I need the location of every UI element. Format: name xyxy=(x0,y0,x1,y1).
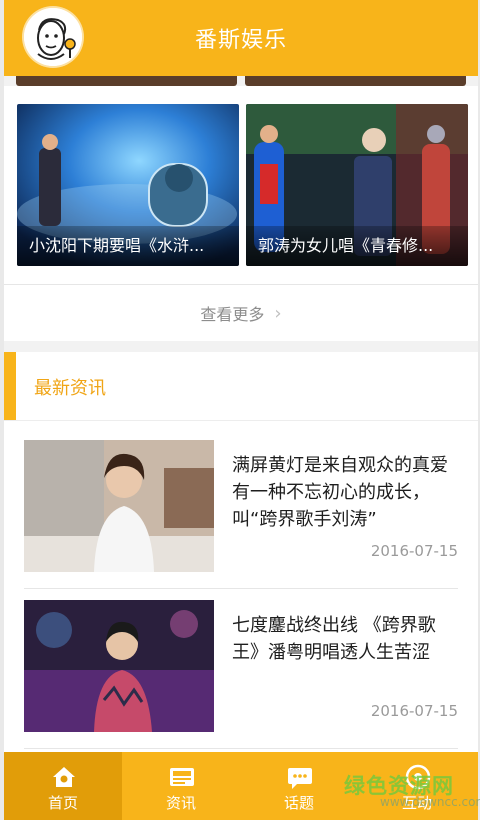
section-title: 最新资讯 xyxy=(34,378,106,399)
app-screen: 番斯娱乐 小沈阳下期要唱《水浒... 郭涛为女儿唱《青春修... 查看更多 › … xyxy=(4,0,478,820)
news-item[interactable]: 满屏黄灯是来自观众的真爱 有一种不忘初心的成长，叫“跨界歌手刘涛” 2016-0… xyxy=(24,440,458,600)
chevron-right-icon: › xyxy=(274,302,282,324)
divider xyxy=(24,588,458,589)
news-section: 最新资讯 满屏黄灯是来自观众的真爱 有一种不忘初心的成长，叫“跨界歌手刘涛” 2… xyxy=(4,352,478,752)
section-accent-bar xyxy=(4,352,16,420)
news-headline: 满屏黄灯是来自观众的真爱 有一种不忘初心的成长，叫“跨界歌手刘涛” xyxy=(232,455,448,530)
news-icon xyxy=(170,768,194,786)
news-headline: 七度鏖战终出线 《跨界歌王》潘粤明唱透人生苦涩 xyxy=(232,615,436,663)
see-more-button[interactable]: 查看更多 › xyxy=(4,284,478,341)
news-thumbnail xyxy=(24,440,214,572)
page-title: 番斯娱乐 xyxy=(194,28,287,53)
see-more-label: 查看更多 xyxy=(200,305,265,324)
tab-home[interactable]: 首页 xyxy=(4,752,122,820)
news-date: 2016-07-15 xyxy=(370,542,458,560)
video-caption: 小沈阳下期要唱《水浒... xyxy=(17,226,239,266)
section-header: 最新资讯 xyxy=(4,352,478,421)
video-card[interactable]: 郭涛为女儿唱《青春修... xyxy=(246,104,468,266)
watermark-url: www.downcc.com xyxy=(380,795,480,809)
home-icon xyxy=(53,767,75,787)
tab-topics[interactable]: 话题 xyxy=(240,752,358,820)
news-item[interactable]: 七度鏖战终出线 《跨界歌王》潘粤明唱透人生苦涩 2016-07-15 xyxy=(24,600,458,752)
app-header: 番斯娱乐 xyxy=(4,0,478,76)
previous-row-edge xyxy=(16,76,466,86)
news-thumbnail xyxy=(24,600,214,732)
news-thumbnail-image xyxy=(24,600,214,732)
video-caption: 郭涛为女儿唱《青春修... xyxy=(246,226,468,266)
tab-label: 资讯 xyxy=(165,794,196,812)
tab-news[interactable]: 资讯 xyxy=(122,752,240,820)
video-grid: 小沈阳下期要唱《水浒... 郭涛为女儿唱《青春修... xyxy=(4,86,478,284)
video-card[interactable]: 小沈阳下期要唱《水浒... xyxy=(17,104,239,266)
content-scroll[interactable]: 小沈阳下期要唱《水浒... 郭涛为女儿唱《青春修... 查看更多 › 最新资讯 … xyxy=(4,76,478,752)
chat-bubble-icon xyxy=(288,768,312,789)
tab-label: 话题 xyxy=(283,794,314,812)
news-thumbnail-image xyxy=(24,440,214,572)
news-date: 2016-07-15 xyxy=(370,702,458,720)
divider xyxy=(24,748,458,749)
tab-label: 首页 xyxy=(47,794,78,812)
